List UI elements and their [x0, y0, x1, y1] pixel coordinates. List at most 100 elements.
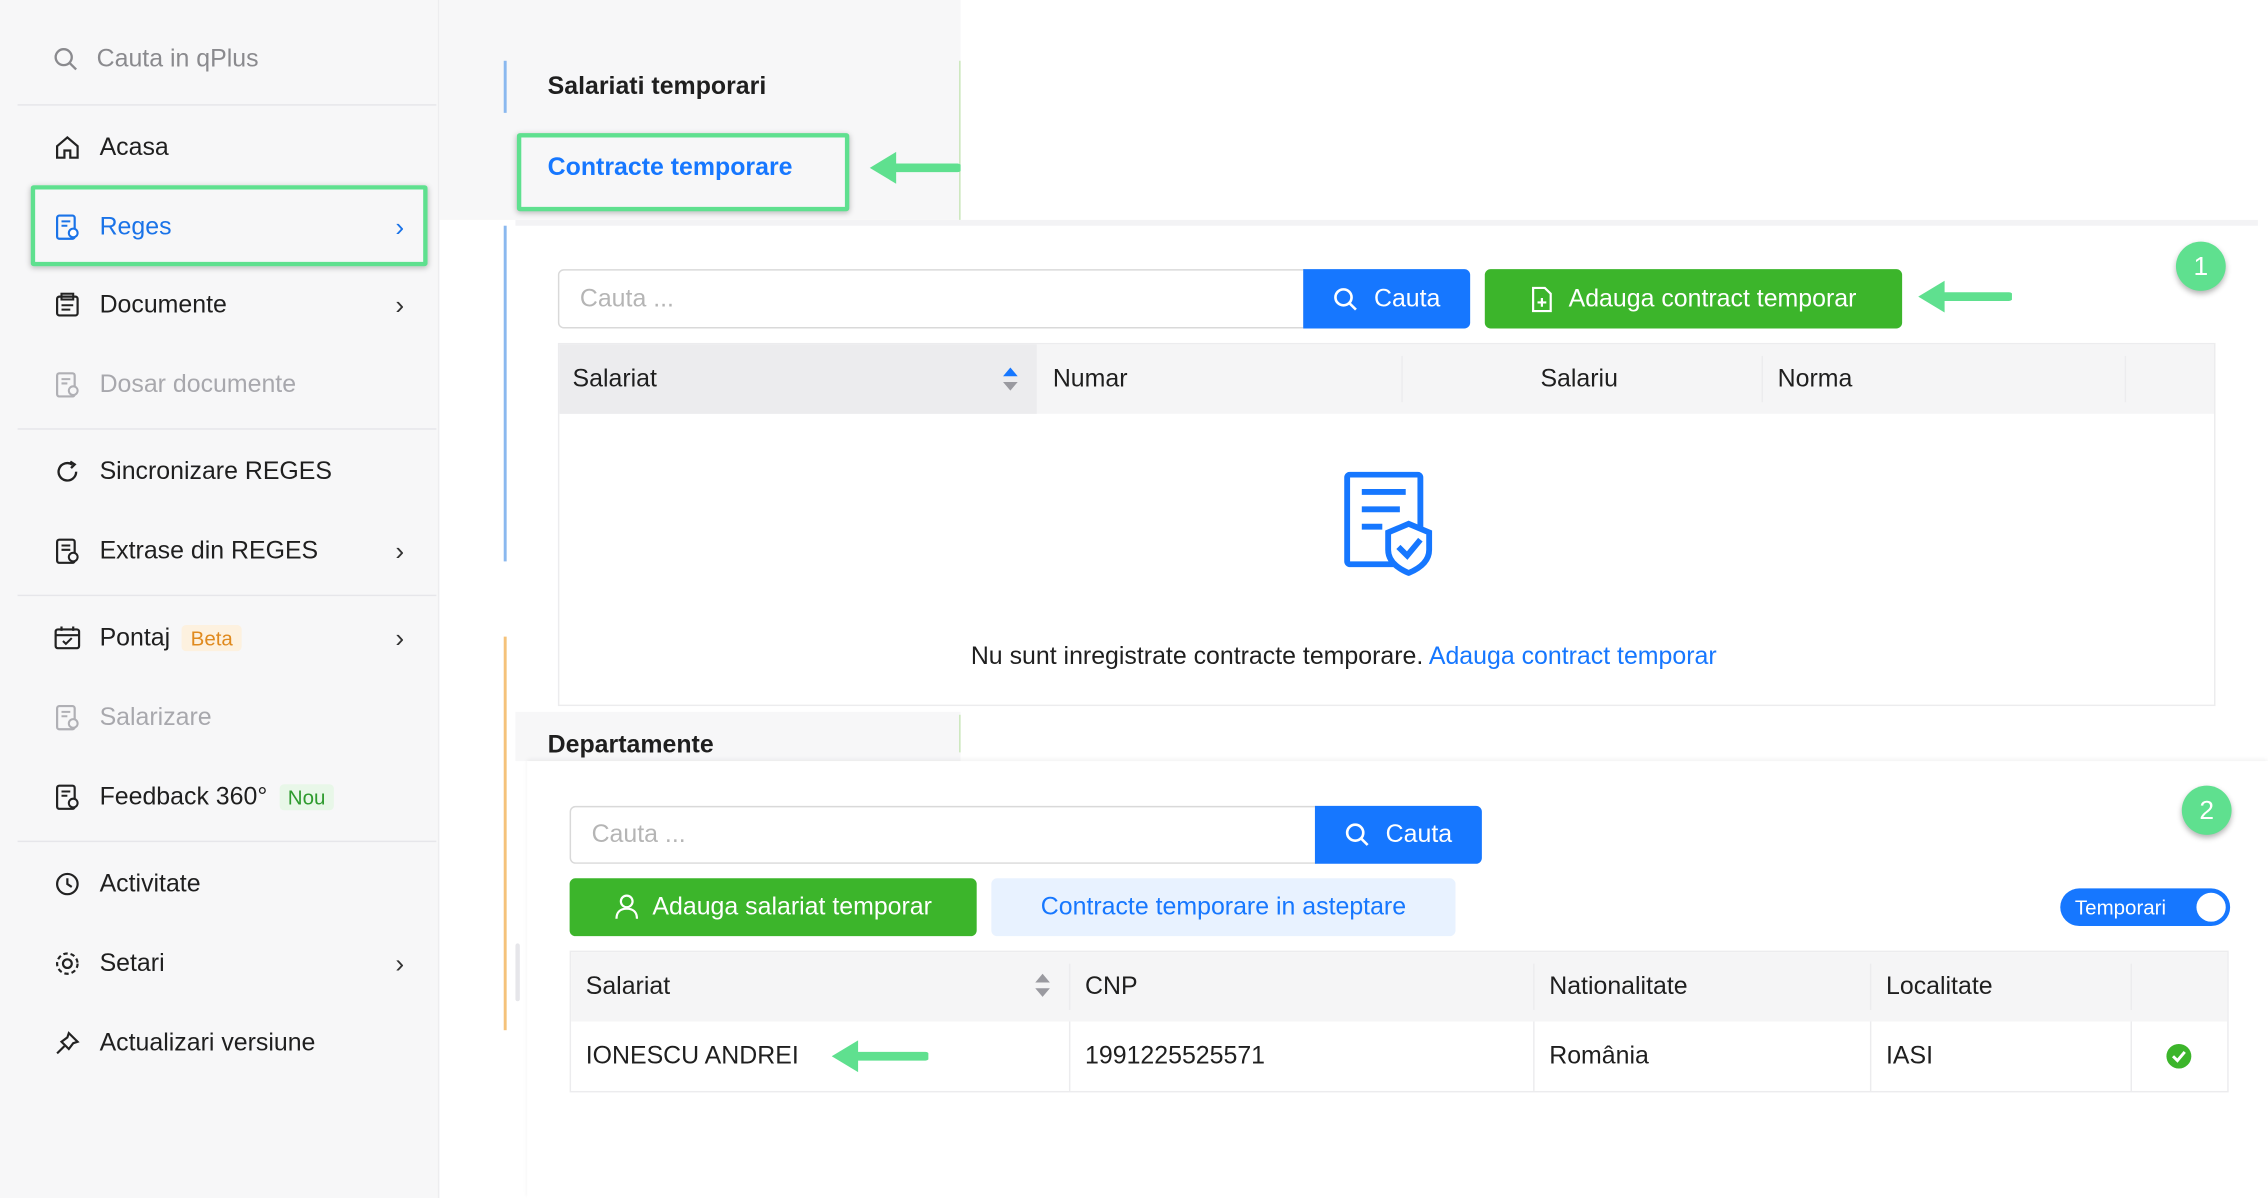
column-separator — [2130, 1021, 2133, 1091]
column-separator — [2130, 963, 2133, 1010]
subnav-accent-bar — [503, 60, 507, 113]
column-header-salariu: Salariu — [1540, 364, 1618, 393]
arrow-left-icon — [869, 151, 961, 184]
sidebar-divider — [17, 594, 437, 597]
chevron-right-icon: › — [395, 536, 405, 566]
subnav-heading: Salariati temporari — [547, 72, 767, 100]
chevron-right-icon: › — [395, 948, 405, 978]
sidebar-item-acasa[interactable]: Acasa — [53, 126, 404, 169]
cell-salariat: IONESCU ANDREI — [585, 1041, 799, 1070]
chevron-right-icon: › — [395, 211, 405, 241]
gear-icon — [53, 949, 82, 978]
column-header-norma: Norma — [1777, 364, 1853, 393]
table-row[interactable] — [571, 1022, 2227, 1091]
sidebar-item-dosar-documente[interactable]: Dosar documente — [53, 363, 404, 406]
sidebar-item-setari[interactable]: Setari › — [53, 942, 404, 985]
feedback-icon — [53, 783, 82, 812]
temporari-toggle[interactable]: Temporari — [2060, 888, 2231, 927]
search-icon — [54, 48, 77, 71]
sidebar-item-label: Reges — [99, 212, 172, 241]
employees-search-input[interactable]: Cauta ... — [569, 805, 1317, 864]
column-header-salariat[interactable]: Salariat — [573, 344, 657, 413]
search-button-label: Cauta — [1373, 284, 1441, 312]
contracts-accent-bar — [503, 225, 507, 562]
search-icon — [1346, 823, 1370, 846]
subnav-edge — [959, 714, 961, 753]
check-circle-icon — [2166, 1043, 2192, 1069]
cell-cnp: 1991225525571 — [1085, 1041, 1266, 1070]
column-header-salariat[interactable]: Salariat — [586, 952, 670, 1021]
payroll-icon — [53, 703, 82, 732]
sidebar-item-sincronizare-reges[interactable]: Sincronizare REGES — [53, 450, 404, 493]
sidebar-item-actualizari[interactable]: Actualizari versiune — [53, 1022, 404, 1065]
sidebar-item-label: Activitate — [99, 869, 201, 898]
sidebar-divider — [17, 428, 437, 430]
sidebar-item-feedback[interactable]: Feedback 360° Nou — [53, 776, 404, 819]
sidebar-divider — [17, 840, 437, 843]
step-badge-2: 2 — [2181, 785, 2232, 835]
column-header-nationalitate: Nationalitate — [1549, 972, 1688, 1000]
sidebar — [0, 0, 440, 1198]
sidebar-search[interactable]: Cauta in qPlus — [53, 41, 259, 79]
history-icon — [53, 870, 82, 899]
column-separator — [1869, 963, 1872, 1010]
add-contract-link[interactable]: Adauga contract temporar — [1429, 642, 1717, 669]
pin-icon — [53, 1029, 82, 1058]
panel-divider — [515, 219, 2258, 226]
sidebar-item-activitate[interactable]: Activitate — [53, 862, 404, 905]
sidebar-item-label: Salarizare — [99, 703, 212, 731]
column-separator — [1068, 1021, 1071, 1091]
toggle-label: Temporari — [2074, 895, 2167, 919]
add-contract-button[interactable]: Adauga contract temporar — [1484, 269, 1903, 329]
sidebar-item-salarizare[interactable]: Salarizare — [53, 696, 404, 739]
employees-accent-bar — [503, 636, 507, 1031]
sidebar-item-label: Setari — [99, 949, 165, 977]
empty-document-shield-icon — [1344, 471, 1433, 576]
add-contract-label: Adauga contract temporar — [1568, 284, 1857, 312]
calendar-icon — [53, 624, 82, 653]
search-button-label: Cauta — [1385, 820, 1453, 848]
empty-state-text: Nu sunt inregistrate contracte temporare… — [970, 642, 1424, 670]
column-separator — [1761, 355, 1764, 403]
column-separator — [1401, 355, 1403, 403]
column-separator — [1068, 963, 1071, 1010]
document-gear-icon — [53, 213, 82, 242]
toggle-knob — [2196, 892, 2226, 922]
contracts-search-input[interactable]: Cauta ... — [557, 269, 1305, 329]
column-separator — [1869, 1021, 1872, 1091]
sidebar-item-label: Actualizari versiune — [99, 1028, 316, 1057]
pending-contracts-button[interactable]: Contracte temporare in asteptare — [991, 878, 1456, 937]
search-icon — [1334, 287, 1358, 310]
cell-localitate: IASI — [1886, 1041, 1934, 1070]
subnav-item-contracte-temporare[interactable]: Contracte temporare — [548, 153, 793, 182]
scrollbar-handle[interactable] — [515, 943, 520, 1002]
sidebar-item-documente[interactable]: Documente › — [53, 284, 404, 327]
sort-icon[interactable] — [1002, 366, 1020, 392]
sort-icon[interactable] — [1034, 972, 1052, 998]
documents-icon — [53, 291, 82, 320]
cell-nationalitate: România — [1549, 1041, 1649, 1070]
sidebar-item-reges[interactable]: Reges › — [53, 205, 404, 248]
column-separator — [1533, 1021, 1535, 1091]
add-employee-label: Adauga salariat temporar — [652, 892, 932, 921]
folder-document-icon — [53, 370, 82, 399]
sidebar-divider — [17, 104, 437, 106]
chevron-right-icon: › — [395, 290, 405, 320]
employees-search-button[interactable]: Cauta — [1314, 805, 1482, 864]
contracts-search-button[interactable]: Cauta — [1303, 269, 1471, 329]
empty-state-message: Nu sunt inregistrate contracte temporare… — [971, 642, 1820, 671]
sidebar-item-pontaj[interactable]: Pontaj Beta › — [53, 616, 404, 659]
sidebar-item-extrase-reges[interactable]: Extrase din REGES › — [53, 530, 404, 573]
section-departamente[interactable]: Departamente — [548, 731, 714, 760]
column-header-numar: Numar — [1052, 364, 1128, 393]
sidebar-item-label: Documente — [99, 290, 227, 319]
sidebar-item-label: Extrase din REGES — [99, 536, 319, 565]
column-header-cnp: CNP — [1085, 972, 1138, 1000]
column-separator — [1533, 963, 1535, 1010]
sidebar-item-label: Feedback 360° — [99, 782, 268, 811]
chevron-right-icon: › — [395, 622, 405, 652]
add-employee-button[interactable]: Adauga salariat temporar — [569, 878, 977, 937]
file-plus-icon — [1532, 286, 1553, 312]
user-icon — [614, 894, 638, 919]
sidebar-item-label: Pontaj — [99, 623, 171, 652]
